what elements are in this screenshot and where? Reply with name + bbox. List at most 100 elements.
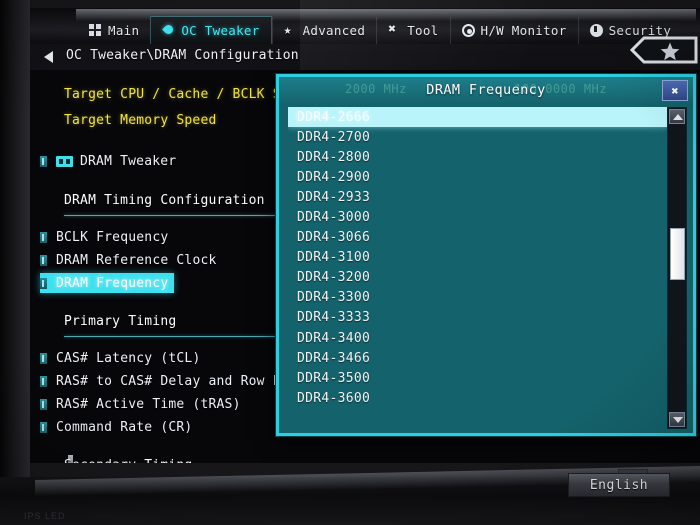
option-item[interactable]: DDR4-2666: [288, 107, 668, 128]
option-item[interactable]: DDR4-2800: [288, 147, 668, 167]
monitor-photo: Main OC Tweaker ★ Advanced Tool H/W Monitor Se…: [0, 0, 700, 525]
drop-icon: [162, 24, 175, 37]
option-item[interactable]: DDR4-2900: [288, 167, 668, 187]
setting-label: DRAM Tweaker: [80, 153, 177, 169]
option-label: DDR4-2666: [297, 109, 371, 125]
fan-icon: [461, 23, 475, 37]
setting-row[interactable]: Command Rate (CR): [40, 417, 192, 437]
submenu-bullet-icon: [40, 231, 47, 243]
option-item[interactable]: DDR4-3333: [288, 308, 668, 328]
option-item[interactable]: DDR4-3066: [288, 228, 668, 248]
option-item[interactable]: DDR4-2933: [288, 187, 668, 207]
option-list: DDR4-2666 DDR4-2700 DDR4-2800 DDR4-2900 DDR4…: [288, 107, 668, 429]
setting-label: RAS# Active Time (tRAS): [56, 396, 241, 412]
setting-label: Secondary Timing: [64, 458, 192, 464]
setting-row[interactable]: RAS# to CAS# Delay and Row Prech: [40, 371, 313, 391]
tab-label: Main: [108, 22, 140, 38]
submenu-bullet-icon: [40, 277, 47, 289]
option-label: DDR4-3600: [297, 390, 371, 406]
bios-screen: Main OC Tweaker ★ Advanced Tool H/W Monitor Se…: [26, 8, 700, 463]
close-icon[interactable]: ✖: [662, 80, 688, 101]
setting-row: Secondary Timing: [64, 455, 192, 464]
dialog-scrollbar[interactable]: [667, 107, 687, 429]
language-button[interactable]: English: [568, 473, 670, 497]
dram-frequency-dialog: 2000 MHz 100.0000 MHz DRAM Frequency ✖ D…: [276, 74, 696, 436]
setting-row[interactable]: DRAM Frequency: [40, 273, 175, 293]
option-label: DDR4-2800: [297, 149, 371, 165]
dram-chip-icon: [56, 155, 73, 167]
submenu-bullet-icon: [40, 375, 47, 387]
setting-row: DRAM Timing Configuration: [64, 190, 265, 210]
setting-label: DRAM Reference Clock: [56, 252, 217, 268]
option-label: DDR4-3333: [297, 310, 371, 326]
monitor-brand-label: IPS LED: [24, 511, 66, 521]
option-label: DDR4-3466: [297, 350, 371, 366]
scroll-down-arrow-icon[interactable]: [669, 412, 685, 427]
setting-row: Target Memory Speed: [64, 110, 217, 130]
scrollbar-thumb[interactable]: [670, 228, 685, 280]
lock-icon: [589, 23, 603, 37]
option-label: DDR4-3300: [297, 290, 371, 306]
setting-label: CAS# Latency (tCL): [56, 350, 201, 366]
grid-icon: [89, 23, 102, 37]
wrench-icon: [388, 23, 401, 37]
option-item[interactable]: DDR4-3100: [288, 248, 668, 268]
option-item[interactable]: DDR4-3466: [288, 348, 668, 368]
tab-bar: MainOC Tweaker★AdvancedToolH/W MonitorSe…: [26, 8, 700, 44]
option-item[interactable]: DDR4-3600: [288, 388, 668, 408]
tab-main[interactable]: Main: [78, 17, 150, 44]
setting-label: DRAM Frequency: [56, 275, 169, 291]
breadcrumb: OC Tweaker\DRAM Configuration: [66, 48, 299, 63]
setting-row[interactable]: DRAM Tweaker: [40, 151, 176, 171]
setting-row[interactable]: BCLK Frequency: [40, 227, 168, 247]
option-label: DDR4-2700: [297, 129, 371, 145]
submenu-bullet-icon: [40, 352, 47, 364]
option-label: DDR4-3100: [297, 250, 371, 266]
setting-label: BCLK Frequency: [56, 229, 169, 245]
monitor-bezel-left: [0, 0, 30, 525]
setting-row: Primary Timing: [64, 311, 176, 331]
option-label: DDR4-3000: [297, 210, 371, 226]
tab-oc-tweaker[interactable]: OC Tweaker: [150, 16, 272, 44]
submenu-bullet-icon: [40, 398, 47, 410]
star-icon: ★: [283, 22, 292, 38]
setting-row[interactable]: DRAM Reference Clock: [40, 250, 217, 270]
option-label: DDR4-3400: [297, 330, 371, 346]
option-item[interactable]: DDR4-3000: [288, 207, 668, 227]
scroll-up-arrow-icon[interactable]: [669, 109, 685, 124]
option-item[interactable]: DDR4-3500: [288, 368, 668, 388]
option-item[interactable]: DDR4-3200: [288, 268, 668, 288]
setting-label: DRAM Timing Configuration: [64, 192, 265, 208]
tab-label: Tool: [407, 22, 439, 38]
tab-label: Advanced: [302, 22, 366, 38]
tab-label: OC Tweaker: [181, 22, 260, 38]
back-arrow-icon[interactable]: [44, 51, 53, 63]
tab-advanced[interactable]: ★ Advanced: [271, 17, 377, 44]
option-label: DDR4-3066: [297, 230, 371, 246]
submenu-bullet-icon: [40, 254, 47, 266]
ghost-text-left: 2000 MHz: [345, 82, 407, 96]
submenu-bullet-icon: [40, 421, 47, 433]
tab-label: H/W Monitor: [480, 22, 567, 38]
section-divider: [64, 215, 294, 216]
option-label: DDR4-2900: [297, 169, 371, 185]
tab-tool[interactable]: Tool: [376, 17, 449, 44]
option-label: DDR4-3500: [297, 370, 371, 386]
dialog-title-bar: 2000 MHz 100.0000 MHz DRAM Frequency: [279, 77, 693, 103]
option-label: DDR4-3200: [297, 270, 371, 286]
setting-label: Primary Timing: [64, 313, 177, 329]
breadcrumb-bar: OC Tweaker\DRAM Configuration: [26, 44, 700, 70]
dialog-title: DRAM Frequency: [426, 82, 546, 98]
option-item[interactable]: DDR4-2700: [288, 127, 668, 147]
tab-h-w-monitor[interactable]: H/W Monitor: [449, 17, 578, 44]
setting-row[interactable]: RAS# Active Time (tRAS): [40, 394, 241, 414]
star-badge-icon[interactable]: [630, 34, 698, 68]
setting-label: Command Rate (CR): [56, 419, 193, 435]
section-divider: [64, 336, 294, 337]
language-button-label: English: [589, 477, 649, 493]
option-item[interactable]: DDR4-3300: [288, 288, 668, 308]
option-item[interactable]: DDR4-3400: [288, 328, 668, 348]
setting-row[interactable]: CAS# Latency (tCL): [40, 348, 200, 368]
option-label: DDR4-2933: [297, 189, 371, 205]
setting-label: Target Memory Speed: [64, 112, 217, 128]
